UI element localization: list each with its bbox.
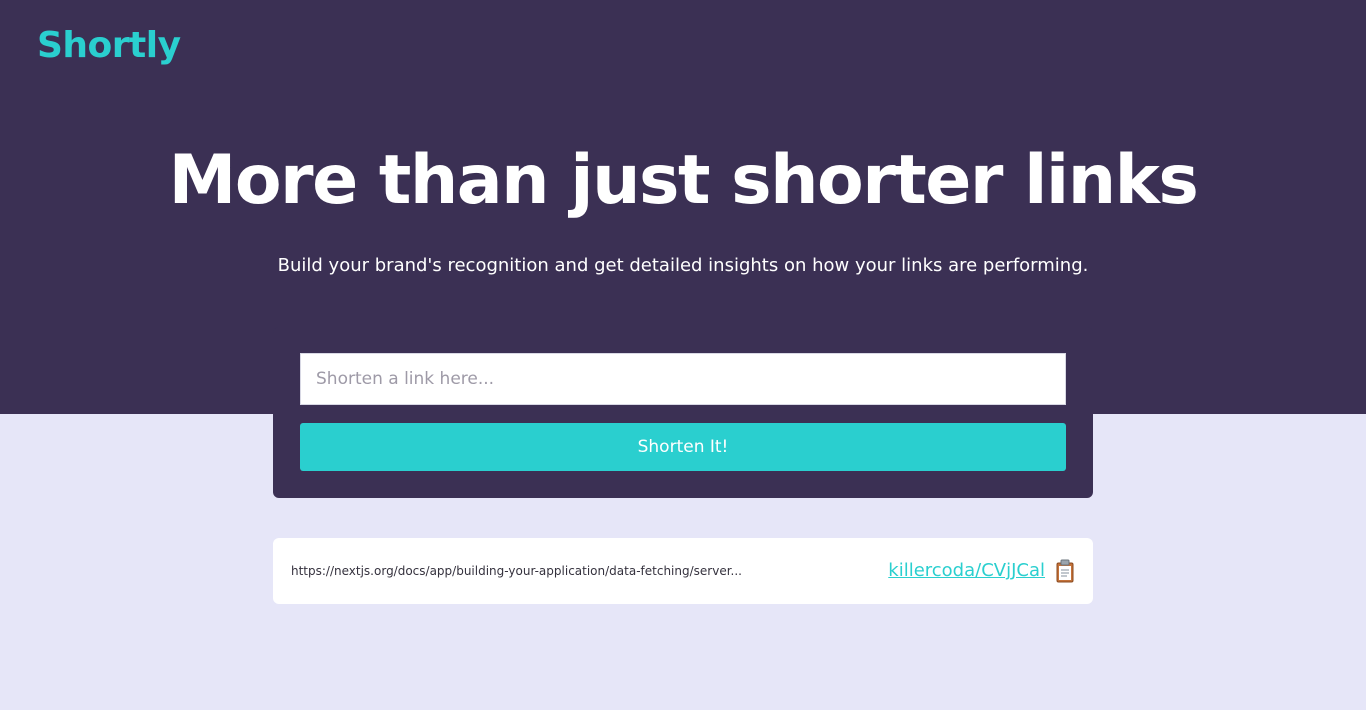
result-card: https://nextjs.org/docs/app/building-you… <box>273 538 1093 604</box>
clipboard-icon[interactable] <box>1055 559 1075 583</box>
shorten-button[interactable]: Shorten It! <box>300 423 1066 471</box>
link-input[interactable] <box>300 353 1066 405</box>
page-headline: More than just shorter links <box>168 141 1199 220</box>
original-url: https://nextjs.org/docs/app/building-you… <box>291 564 742 578</box>
logo[interactable]: Shortly <box>37 24 181 68</box>
shorten-form: Shorten It! <box>273 327 1093 498</box>
short-link[interactable]: killercoda/CVjJCal <box>888 558 1045 584</box>
page-subtitle: Build your brand's recognition and get d… <box>277 255 1089 276</box>
